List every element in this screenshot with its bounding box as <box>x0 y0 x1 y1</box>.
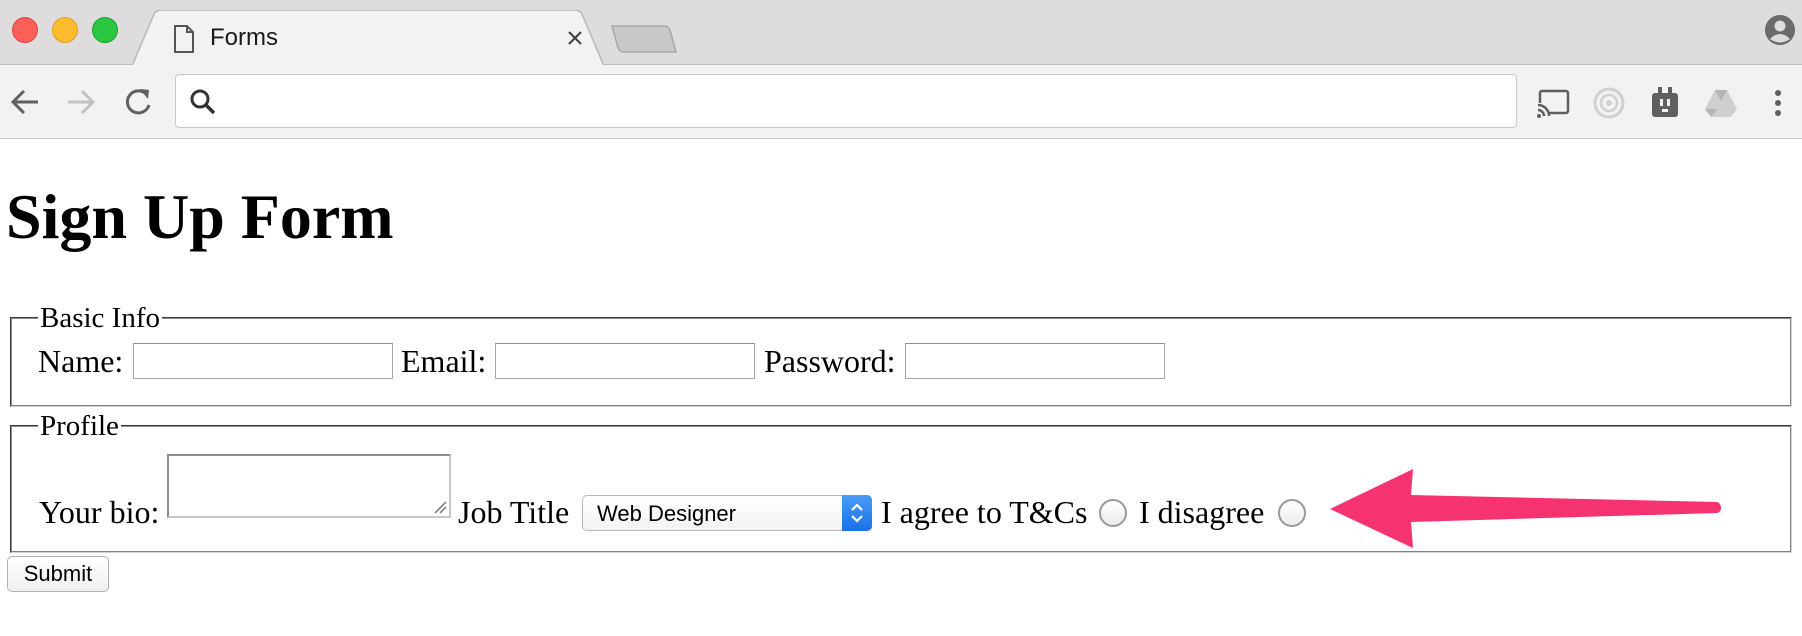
agree-label: I agree to T&Cs <box>881 494 1088 530</box>
document-icon <box>174 25 194 53</box>
select-arrows <box>842 495 872 531</box>
email-label: Email: <box>401 343 487 379</box>
name-label: Name: <box>38 343 124 379</box>
back-icon[interactable] <box>8 85 44 119</box>
tab-title: Forms <box>210 24 278 51</box>
new-tab-button[interactable] <box>610 24 680 56</box>
address-bar[interactable] <box>175 74 1517 128</box>
browser-toolbar <box>0 65 1802 139</box>
job-title-label: Job Title <box>458 494 570 530</box>
basic-info-legend: Basic Info <box>38 301 162 335</box>
name-input[interactable] <box>133 343 393 379</box>
bio-label: Your bio: <box>39 494 160 530</box>
job-title-selected-value: Web Designer <box>597 501 736 526</box>
plug-extension-icon[interactable] <box>1647 85 1683 121</box>
close-window-button[interactable] <box>12 17 38 43</box>
tab-shape <box>132 10 605 66</box>
resize-grip-icon[interactable] <box>433 500 447 514</box>
close-tab-icon[interactable] <box>564 27 586 49</box>
timer-icon[interactable] <box>1591 85 1627 121</box>
bio-textarea[interactable] <box>167 454 451 518</box>
page-title: Sign Up Form <box>6 181 394 252</box>
password-input[interactable] <box>905 343 1165 379</box>
password-label: Password: <box>764 343 896 379</box>
search-icon <box>190 89 216 115</box>
email-input[interactable] <box>495 343 755 379</box>
disagree-radio[interactable] <box>1278 499 1306 527</box>
tab-strip: Forms <box>0 0 1802 66</box>
cast-icon[interactable] <box>1535 85 1571 121</box>
job-title-select[interactable]: Web Designer <box>582 495 872 531</box>
zoom-window-button[interactable] <box>92 17 118 43</box>
submit-button[interactable]: Submit <box>7 556 109 592</box>
disagree-label: I disagree <box>1139 494 1265 530</box>
menu-icon[interactable] <box>1766 85 1790 121</box>
reload-icon[interactable] <box>120 85 156 119</box>
profile-legend: Profile <box>38 409 121 443</box>
annotation-arrow <box>1330 469 1721 548</box>
minimize-window-button[interactable] <box>52 17 78 43</box>
page-content: Sign Up Form Basic Info Name: Email: Pas… <box>0 140 1802 636</box>
address-input[interactable] <box>226 83 1506 119</box>
profile-icon[interactable] <box>1764 14 1796 46</box>
basic-info-fieldset: Basic Info Name: Email: Password: <box>10 301 1792 407</box>
drive-icon[interactable] <box>1703 85 1739 121</box>
chevron-up-down-icon <box>851 503 863 523</box>
forward-icon[interactable] <box>62 85 98 119</box>
agree-radio[interactable] <box>1099 499 1127 527</box>
tab-forms[interactable]: Forms <box>132 10 605 66</box>
